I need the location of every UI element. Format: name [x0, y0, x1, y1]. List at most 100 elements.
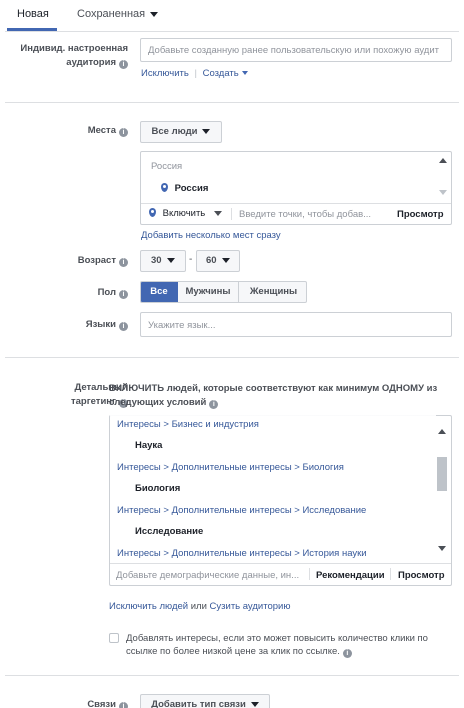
narrow-audience-link[interactable]: Сузить аудиторию	[210, 601, 291, 612]
link-separator: |	[194, 68, 197, 79]
chevron-down-icon	[241, 71, 248, 76]
scroll-down-icon[interactable]	[439, 190, 447, 195]
locations-label: Места i	[88, 124, 128, 138]
tab-saved-label: Сохраненная	[77, 8, 146, 20]
chevron-down-icon	[150, 11, 159, 17]
divider	[5, 675, 459, 676]
expand-interests-text: Добавлять интересы, если это может повыс…	[126, 632, 436, 658]
tab-new[interactable]: Новая	[17, 8, 49, 20]
location-item[interactable]: Россия	[161, 183, 208, 194]
locations-label-text: Места	[87, 125, 116, 136]
detailed-targeting-description: ВКЛЮЧИТЬ людей, которые соответствуют ка…	[109, 382, 454, 410]
scrollbar-thumb[interactable]	[437, 457, 447, 491]
info-icon[interactable]: i	[119, 60, 128, 69]
age-min-select[interactable]: 30	[140, 250, 186, 272]
custom-audience-input[interactable]: Добавьте созданную ранее пользовательску…	[140, 38, 452, 62]
info-icon[interactable]: i	[209, 400, 219, 409]
targeting-path: Интересы > Дополнительные интересы > Ист…	[117, 548, 367, 559]
detailed-targeting-box: Интересы > Бизнес и индустрия Наука Инте…	[109, 415, 452, 586]
targeting-path: Интересы > Дополнительные интересы > Исс…	[117, 505, 367, 516]
custom-audience-actions: Исключить | Создать	[141, 68, 248, 79]
connections-label: Связи i	[87, 698, 128, 708]
expand-interests-label: Добавлять интересы, если это может повыс…	[126, 633, 428, 657]
info-icon[interactable]: i	[119, 322, 128, 331]
custom-audience-placeholder: Добавьте созданную ранее пользовательску…	[148, 45, 440, 56]
gender-option-all[interactable]: Все	[141, 282, 178, 302]
add-connection-type-label: Добавить тип связи	[151, 699, 246, 708]
targeting-item[interactable]: Наука	[135, 440, 162, 451]
age-max-value: 60	[206, 255, 217, 266]
age-range-dash: -	[189, 254, 193, 265]
scroll-up-icon[interactable]	[439, 158, 447, 163]
add-bulk-locations-link[interactable]: Добавить несколько мест сразу	[141, 230, 281, 241]
targeting-path: Интересы > Дополнительные интересы > Био…	[117, 462, 344, 473]
divider	[231, 208, 232, 220]
locations-browse-button[interactable]: Просмотр	[397, 209, 444, 220]
exclude-audience-link[interactable]: Исключить	[141, 68, 189, 79]
divider	[5, 357, 459, 358]
languages-placeholder: Укажите язык...	[148, 320, 216, 331]
targeting-item[interactable]: Исследование	[135, 526, 203, 537]
chevron-down-icon	[202, 128, 211, 134]
add-connection-type-button[interactable]: Добавить тип связи	[140, 694, 270, 708]
chevron-down-icon	[214, 210, 223, 216]
age-min-value: 30	[151, 255, 162, 266]
connections-label-text: Связи	[87, 699, 116, 708]
tab-saved[interactable]: Сохраненная	[77, 8, 159, 20]
or-text: или	[190, 601, 207, 612]
include-dropdown[interactable]: Включить	[149, 208, 223, 219]
divider	[110, 563, 451, 564]
expand-interests-checkbox[interactable]	[109, 633, 119, 643]
chevron-down-icon	[221, 257, 230, 263]
location-item-label: Россия	[174, 183, 209, 194]
exclude-people-link[interactable]: Исключить людей	[109, 601, 188, 612]
locations-audience-dropdown[interactable]: Все люди	[140, 121, 222, 143]
custom-audience-label-line1: Индивид. настроенная	[20, 43, 128, 54]
location-search-input[interactable]: Введите точки, чтобы добав...	[239, 209, 371, 220]
info-icon[interactable]: i	[119, 290, 128, 299]
divider	[5, 31, 459, 32]
create-audience-link[interactable]: Создать	[203, 68, 248, 79]
divider	[390, 568, 391, 580]
audience-tabs: Новая Сохраненная	[0, 0, 464, 31]
info-icon[interactable]: i	[119, 258, 128, 267]
languages-label-text: Языки	[85, 319, 116, 330]
divider	[141, 203, 451, 204]
age-label: Возраст i	[78, 254, 128, 268]
locations-country-header: Россия	[151, 161, 183, 172]
custom-audience-label: Индивид. настроенная аудитория i	[0, 42, 128, 70]
chevron-down-icon	[250, 701, 259, 707]
scroll-down-icon[interactable]	[438, 546, 446, 551]
list-fade	[110, 415, 436, 421]
divider	[309, 568, 310, 580]
languages-input[interactable]: Укажите язык...	[140, 312, 452, 337]
gender-option-men[interactable]: Мужчины	[178, 282, 239, 302]
info-icon[interactable]: i	[119, 702, 128, 708]
chevron-down-icon	[166, 257, 175, 263]
include-dropdown-value: Включить	[162, 208, 206, 219]
targeting-list: Интересы > Бизнес и индустрия Наука Инте…	[110, 416, 436, 562]
divider	[5, 102, 459, 103]
age-label-text: Возраст	[77, 255, 116, 266]
targeting-search-input[interactable]: Добавьте демографические данные, ин...	[116, 570, 308, 581]
gender-label: Пол i	[98, 286, 128, 300]
create-audience-label: Создать	[202, 68, 239, 79]
gender-label-text: Пол	[97, 287, 116, 298]
scroll-up-icon[interactable]	[438, 429, 446, 434]
gender-segmented-control: Все Мужчины Женщины	[140, 281, 307, 303]
gender-option-women[interactable]: Женщины	[239, 282, 306, 302]
locations-box: Россия Россия Включить Введите точки, чт…	[140, 151, 452, 225]
location-pin-icon	[149, 208, 156, 217]
location-pin-icon	[161, 183, 168, 192]
detailed-targeting-description-text: ВКЛЮЧИТЬ людей, которые соответствуют ка…	[109, 383, 438, 408]
targeting-browse-button[interactable]: Просмотр	[398, 570, 445, 581]
locations-dropdown-value: Все люди	[151, 126, 198, 137]
info-icon[interactable]: i	[119, 128, 128, 137]
languages-label: Языки i	[86, 318, 128, 332]
custom-audience-label-line2: аудитория	[66, 57, 116, 68]
targeting-item[interactable]: Биология	[135, 483, 180, 494]
age-max-select[interactable]: 60	[196, 250, 240, 272]
info-icon[interactable]: i	[342, 649, 352, 658]
suggestions-button[interactable]: Рекомендации	[316, 570, 385, 581]
targeting-actions: Исключить людей или Сузить аудиторию	[109, 601, 290, 612]
